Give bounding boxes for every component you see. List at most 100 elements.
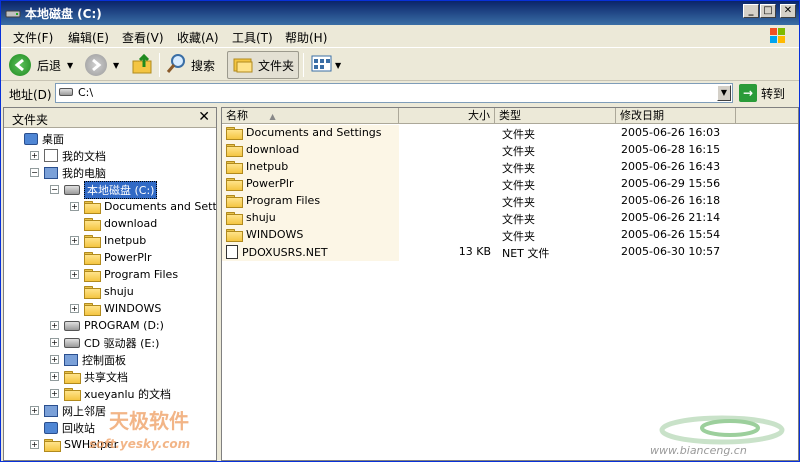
expand-icon[interactable]: + — [70, 270, 79, 279]
tree-item[interactable]: + Documents and Settings — [70, 198, 216, 215]
folder-pane-title: 文件夹 — [12, 113, 49, 127]
folder-icon — [64, 370, 81, 384]
minimize-button[interactable]: _ — [743, 4, 759, 18]
file-modified: 2005-06-26 21:14 — [621, 211, 721, 224]
menu-help[interactable]: 帮助(H) — [285, 29, 327, 46]
watermark-left-url: soft.yesky.com — [89, 437, 191, 451]
tree-item-label: 桌面 — [42, 132, 64, 146]
file-type: 文件夹 — [502, 213, 535, 226]
file-row[interactable]: Documents and Settings 文件夹 2005-06-26 16:0… — [222, 125, 798, 142]
tree-item[interactable]: 桌面 — [10, 130, 64, 147]
tree-item[interactable]: + 控制面板 — [50, 351, 126, 368]
file-row[interactable]: Program Files 文件夹 2005-06-26 16:18 — [222, 193, 798, 210]
close-button[interactable]: ✕ — [780, 4, 796, 18]
tree-item[interactable]: + Inetpub — [70, 232, 146, 249]
forward-dropdown-icon[interactable]: ▼ — [113, 61, 119, 70]
file-name-cell: PowerPlr — [226, 177, 294, 191]
expand-icon[interactable]: + — [50, 338, 59, 347]
maximize-button[interactable]: □ — [760, 4, 776, 18]
tree-item-label: CD 驱动器 (E:) — [84, 336, 160, 350]
expand-icon[interactable]: + — [50, 321, 59, 330]
expand-icon[interactable]: + — [70, 202, 79, 211]
file-modified: 2005-06-26 16:03 — [621, 126, 721, 139]
folder-icon — [84, 234, 101, 248]
file-list-pane: 名称 ▲ 大小 类型 修改日期 Documents and Settings 文件… — [221, 107, 799, 461]
expand-icon[interactable]: + — [50, 355, 59, 364]
drive-icon — [5, 5, 21, 21]
up-button[interactable] — [131, 51, 155, 79]
tree-item-label: download — [104, 217, 158, 230]
collapse-icon[interactable]: − — [50, 185, 59, 194]
tree-item-label: 本地磁盘 (C:) — [84, 180, 158, 199]
tree-item[interactable]: + Program Files — [70, 266, 178, 283]
file-icon — [226, 245, 238, 259]
window-title: 本地磁盘 (C:) — [25, 7, 102, 21]
expand-icon[interactable]: + — [30, 440, 39, 449]
expand-icon[interactable]: + — [50, 389, 59, 398]
file-name: shuju — [246, 211, 276, 224]
file-row[interactable]: Inetpub 文件夹 2005-06-26 16:43 — [222, 159, 798, 176]
tree-item[interactable]: + 我的文档 — [30, 147, 106, 164]
column-header-modified[interactable]: 修改日期 — [616, 108, 736, 124]
file-type: 文件夹 — [502, 128, 535, 141]
folders-button[interactable]: 文件夹 — [227, 51, 300, 79]
tree-item[interactable]: 回收站 — [30, 419, 95, 436]
tree-item[interactable]: + CD 驱动器 (E:) — [50, 334, 159, 351]
go-arrow-icon: → — [739, 84, 757, 102]
folder-pane-header: 文件夹 ✕ — [4, 108, 216, 128]
file-name: download — [246, 143, 300, 156]
title-bar[interactable]: 本地磁盘 (C:) _ □ ✕ — [1, 1, 799, 25]
column-header-name[interactable]: 名称 ▲ — [222, 108, 399, 124]
close-icon[interactable]: ✕ — [198, 109, 210, 125]
address-input[interactable]: C:\ ▼ — [55, 83, 733, 103]
menu-favorites[interactable]: 收藏(A) — [177, 29, 219, 46]
tree-item[interactable]: + WINDOWS — [70, 300, 161, 317]
back-button[interactable]: 后退 ▼ — [9, 51, 73, 79]
views-button[interactable]: ▼ — [311, 51, 341, 79]
tree-item[interactable]: + xueyanlu 的文档 — [50, 385, 171, 402]
forward-button[interactable]: ▼ — [85, 51, 119, 79]
file-name-cell: Program Files — [226, 194, 320, 208]
collapse-icon[interactable]: − — [30, 168, 39, 177]
tree-item-label: Program Files — [104, 268, 179, 281]
file-row[interactable]: download 文件夹 2005-06-28 16:15 — [222, 142, 798, 159]
tree-item[interactable]: + PROGRAM (D:) — [50, 317, 164, 334]
file-row[interactable]: PowerPlr 文件夹 2005-06-29 15:56 — [222, 176, 798, 193]
go-button[interactable]: → 转到 — [739, 84, 785, 102]
file-row[interactable]: shuju 文件夹 2005-06-26 21:14 — [222, 210, 798, 227]
file-row[interactable]: WINDOWS 文件夹 2005-06-26 15:54 — [222, 227, 798, 244]
back-dropdown-icon[interactable]: ▼ — [67, 61, 73, 70]
folders-label: 文件夹 — [258, 58, 295, 73]
column-header-size[interactable]: 大小 — [399, 108, 495, 124]
drive-icon — [59, 88, 73, 96]
recycle-bin-icon — [44, 421, 58, 434]
tree-item-label: 我的文档 — [62, 149, 106, 163]
search-button[interactable]: 搜索 — [165, 51, 215, 79]
expand-icon[interactable]: + — [30, 406, 39, 415]
tree-item[interactable]: download — [70, 215, 157, 232]
tree-item[interactable]: + 网上邻居 — [30, 402, 106, 419]
address-dropdown-button[interactable]: ▼ — [717, 85, 731, 101]
address-value: C:\ — [78, 86, 94, 99]
tree-item[interactable]: shuju — [70, 283, 134, 300]
menu-tools[interactable]: 工具(T) — [232, 29, 273, 46]
expand-icon[interactable]: + — [30, 151, 39, 160]
menu-file[interactable]: 文件(F) — [13, 29, 53, 46]
column-header-type[interactable]: 类型 — [495, 108, 616, 124]
file-name: PowerPlr — [246, 177, 294, 190]
menu-view[interactable]: 查看(V) — [122, 29, 164, 46]
expand-icon[interactable]: + — [50, 372, 59, 381]
tree-item[interactable]: − 我的电脑 — [30, 164, 106, 181]
toolbar: 后退 ▼ ▼ 搜索 文件夹 ▼ — [1, 47, 799, 81]
tree-item[interactable]: − 本地磁盘 (C:) — [50, 180, 158, 199]
tree-item-label: PowerPlr — [104, 251, 152, 264]
file-row[interactable]: PDOXUSRS.NET 13 KB NET 文件 2005-06-30 10:57 — [222, 244, 798, 261]
tree-item[interactable]: + 共享文档 — [50, 368, 128, 385]
expand-icon[interactable]: + — [70, 304, 79, 313]
tree-item-label: xueyanlu 的文档 — [84, 387, 171, 401]
expand-icon[interactable]: + — [70, 236, 79, 245]
tree-item[interactable]: PowerPlr — [70, 249, 151, 266]
menu-edit[interactable]: 编辑(E) — [68, 29, 109, 46]
explorer-window: 本地磁盘 (C:) _ □ ✕ 文件(F) 编辑(E) 查看(V) 收藏(A) … — [0, 0, 800, 462]
tree-item-label: PROGRAM (D:) — [84, 319, 164, 332]
